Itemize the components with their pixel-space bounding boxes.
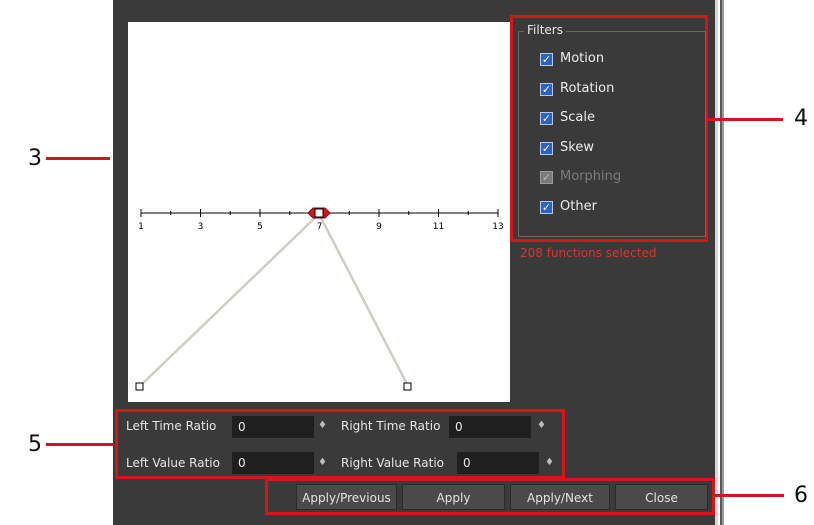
filter-label-motion: Motion xyxy=(560,51,605,66)
apply-next-button[interactable]: Apply/Next xyxy=(510,484,610,510)
left-time-ratio-field[interactable]: 0 xyxy=(232,416,314,438)
callout-5-leader xyxy=(46,443,114,446)
right-value-ratio-field[interactable]: 0 xyxy=(457,452,539,474)
keyframe-handle[interactable] xyxy=(314,208,324,218)
filter-checkbox-other[interactable]: ✓ xyxy=(540,201,553,214)
close-button[interactable]: Close xyxy=(615,484,708,510)
apply-button[interactable]: Apply xyxy=(402,484,505,510)
left-value-ratio-field[interactable]: 0 xyxy=(232,452,314,474)
filter-checkbox-morphing: ✓ xyxy=(540,171,553,184)
filter-checkbox-motion[interactable]: ✓ xyxy=(540,53,553,66)
left-value-ratio-label: Left Value Ratio xyxy=(126,456,220,470)
filter-checkbox-skew[interactable]: ✓ xyxy=(540,142,553,155)
filters-legend: Filters xyxy=(524,23,566,37)
timeline-tick-label: 11 xyxy=(433,222,444,232)
right-time-ratio-spinner[interactable]: ♦ xyxy=(537,420,546,431)
timeline-tick-label: 7 xyxy=(317,222,323,232)
callout-5: 5 xyxy=(28,432,42,457)
filter-label-rotation: Rotation xyxy=(560,81,615,96)
filter-label-skew: Skew xyxy=(560,140,594,155)
timeline-tick-label: 5 xyxy=(257,222,263,232)
right-ease-handle-line xyxy=(317,213,410,387)
right-value-ratio-label: Right Value Ratio xyxy=(341,456,444,470)
window-border xyxy=(715,0,733,525)
filter-checkbox-scale[interactable]: ✓ xyxy=(540,112,553,125)
timeline-tick-label: 9 xyxy=(376,222,382,232)
functions-selected-status: 208 functions selected xyxy=(520,246,657,260)
filter-label-morphing: Morphing xyxy=(560,169,622,184)
right-time-ratio-label: Right Time Ratio xyxy=(341,419,441,433)
filter-label-other: Other xyxy=(560,199,597,214)
left-time-ratio-spinner[interactable]: ♦ xyxy=(318,420,327,431)
left-ease-handle[interactable] xyxy=(135,382,144,391)
timeline-tick-label: 13 xyxy=(492,222,503,232)
right-time-ratio-field[interactable]: 0 xyxy=(449,416,531,438)
filter-label-scale: Scale xyxy=(560,110,595,125)
left-value-ratio-spinner[interactable]: ♦ xyxy=(318,457,327,468)
callout-6-leader xyxy=(712,494,784,497)
callout-4-leader xyxy=(707,118,783,121)
callout-4: 4 xyxy=(794,106,808,131)
callout-3: 3 xyxy=(28,146,42,171)
right-ease-handle[interactable] xyxy=(403,382,412,391)
callout-6: 6 xyxy=(794,483,808,508)
ease-curve-graph[interactable]: 1 3 5 7 9 11 13 xyxy=(128,22,510,402)
timeline-tick-label: 3 xyxy=(198,222,204,232)
timeline-tick-label: 1 xyxy=(138,222,144,232)
filter-checkbox-rotation[interactable]: ✓ xyxy=(540,83,553,96)
apply-previous-button[interactable]: Apply/Previous xyxy=(296,484,397,510)
left-time-ratio-label: Left Time Ratio xyxy=(126,419,217,433)
ease-curve-svg: 1 3 5 7 9 11 13 xyxy=(135,207,504,391)
left-ease-handle-line xyxy=(139,213,320,387)
callout-3-leader xyxy=(46,157,110,160)
right-value-ratio-spinner[interactable]: ♦ xyxy=(545,457,554,468)
